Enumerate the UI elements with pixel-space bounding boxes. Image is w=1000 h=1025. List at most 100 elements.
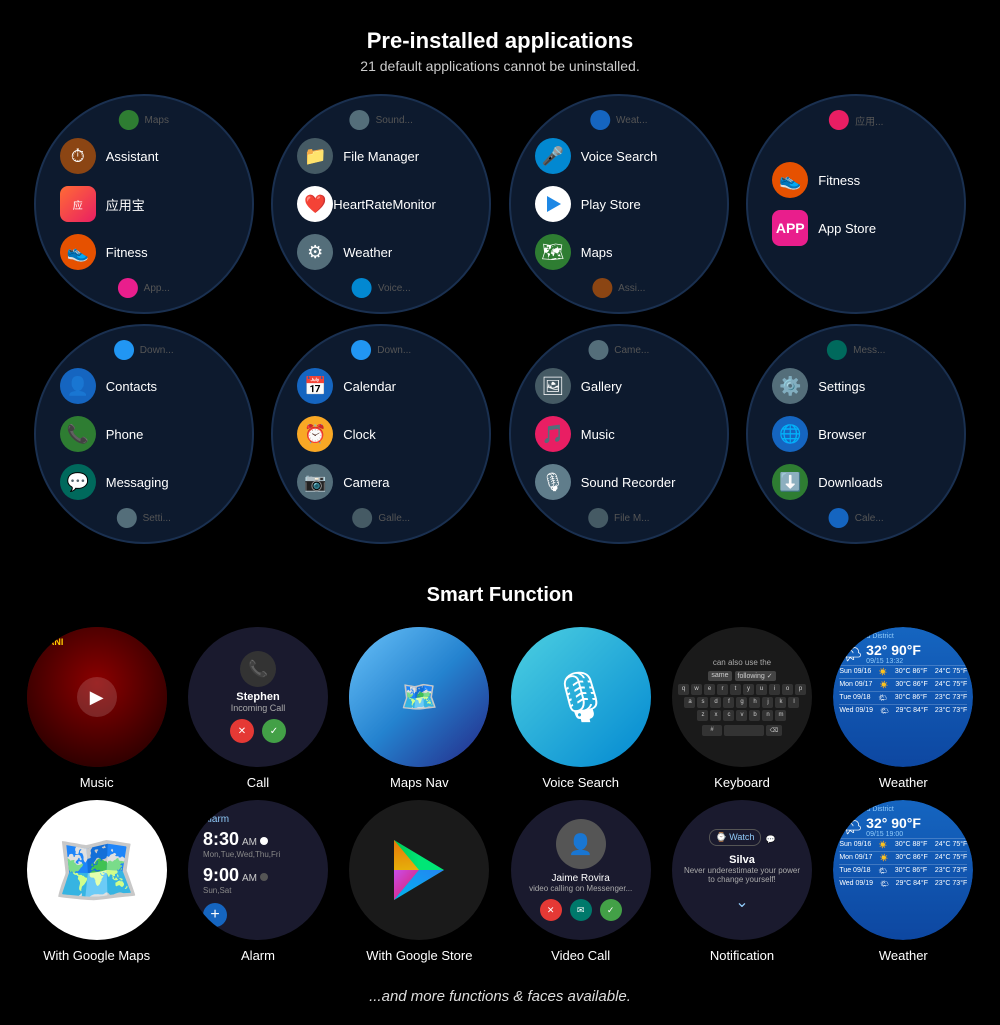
app-item-fitness2[interactable]: 👟 Fitness [772,162,860,198]
smart-item-maps-nav: 🗺️ Maps Nav [343,627,496,790]
weather2-row-wed: Wed 09/19🌤29°C 84°F23°C 73°F [839,877,967,890]
video-call-circle: 👤 Jaime Rovira video calling on Messenge… [511,800,651,940]
voicesearch-icon: 🎤 [535,138,571,174]
calendar-icon: 📅 [297,368,333,404]
app-item-contacts[interactable]: 👤 Contacts [60,368,157,404]
app-item-weather[interactable]: ⚙ Weather [297,234,392,270]
watch-circle-2: Sound... 📁 File Manager ❤️ HeartRateMoni… [271,94,491,314]
peek-top-4: 应用... [829,110,883,130]
peek-top-7: Came... [588,340,649,360]
google-maps-label: With Google Maps [43,948,150,963]
browser-icon: 🌐 [772,416,808,452]
camera-icon: 📷 [297,464,333,500]
alarm-time-2: 9:00 [203,865,239,886]
app-item-playstore[interactable]: Play Store [535,186,641,222]
footer-text: ...and more functions & faces available. [0,973,1000,1025]
google-store-circle [349,800,489,940]
appstore-icon: APP [772,210,808,246]
phone-icon: 📞 [60,416,96,452]
fitness-icon: 👟 [60,234,96,270]
music-label: Music [80,775,114,790]
app-item-appstore[interactable]: APP App Store [772,210,876,246]
google-store-label: With Google Store [366,948,472,963]
weather2-label: Weather [879,948,928,963]
contacts-icon: 👤 [60,368,96,404]
watch-circle-7: Came... 🖼 Gallery 🎵 Music 🎙 Sound Record… [509,324,729,544]
video-message-btn[interactable]: ✉ [570,899,592,921]
smart-item-video-call: 👤 Jaime Rovira video calling on Messenge… [504,800,657,963]
smart-item-notification: ⌚ Watch 💬 Silva Never underestimate your… [665,800,818,963]
peek-bottom-2: Voice... [352,278,411,298]
peek-bottom-7: File M... [588,508,650,528]
page-title: Pre-installed applications [0,0,1000,58]
voice-label: Voice Search [542,775,619,790]
peek-top-6: Down... [351,340,411,360]
alarm-time-1: 8:30 [203,829,239,850]
alarm-days-1: Mon,Tue,Wed,Thu,Fri [203,850,280,859]
app-item-gallery[interactable]: 🖼 Gallery [535,368,622,404]
google-maps-circle: 🗺️ [27,800,167,940]
app-item-fitness[interactable]: 👟 Fitness [60,234,148,270]
fitness2-icon: 👟 [772,162,808,198]
app-item-browser[interactable]: 🌐 Browser [772,416,866,452]
smart-item-google-maps: 🗺️ With Google Maps [20,800,173,963]
smart-item-keyboard: can also use the same following ✓ qwerty… [665,627,818,790]
app-item-filemanager[interactable]: 📁 File Manager [297,138,419,174]
app-item-heartrate[interactable]: ❤️ HeartRateMonitor [297,186,436,222]
music-circle: AVANI ▶ [27,627,167,767]
alarm-label: Alarm [241,948,275,963]
app-item-calendar[interactable]: 📅 Calendar [297,368,396,404]
app-item-maps[interactable]: 🗺 Maps [535,234,613,270]
soundrecorder-icon: 🎙 [535,464,571,500]
weather2-date: 09/15 19:00 [866,831,921,838]
peek-bottom-1: App... [118,278,170,298]
decline-button[interactable]: ✕ [230,719,254,743]
watch-circle-3: Weat... 🎤 Voice Search Play Store 🗺 Maps… [509,94,729,314]
weather-label: Weather [879,775,928,790]
app-item-baidu[interactable]: 应 应用宝 [60,186,145,222]
watch-circle-5: Down... 👤 Contacts 📞 Phone 💬 Messaging S… [34,324,254,544]
weather2-temp: 32° 90°F [866,815,921,831]
alarm-ampm-1: AM [242,837,257,848]
smart-item-weather: Longgand District 🌤 32° 90°F 09/15 13:32… [827,627,980,790]
peek-top-3: Weat... [590,110,648,130]
peek-bottom-6: Galle... [352,508,410,528]
weather-temp: 32° 90°F [866,642,921,658]
notification-circle: ⌚ Watch 💬 Silva Never underestimate your… [672,800,812,940]
video-accept-btn[interactable]: ✓ [600,899,622,921]
music-play-btn[interactable]: ▶ [77,677,117,717]
alarm-days-2: Sun,Sat [203,886,231,895]
peek-top-1: Maps [119,110,169,130]
weather2-row-tue: Tue 09/18🌤30°C 86°F23°C 73°F [839,864,967,877]
call-circle: 📞 Stephen Incoming Call ✕ ✓ [188,627,328,767]
app-item-music[interactable]: 🎵 Music [535,416,615,452]
app-item-voicesearch[interactable]: 🎤 Voice Search [535,138,658,174]
peek-bottom-8: Cale... [829,508,884,528]
peek-top-2: Sound... [350,110,413,130]
accept-button[interactable]: ✓ [262,719,286,743]
app-item-clock[interactable]: ⏰ Clock [297,416,376,452]
alarm-title: Alarm [203,814,229,825]
video-call-status: video calling on Messenger... [529,884,632,893]
weather2-row-mon: Mon 09/17☀️30°C 86°F24°C 75°F [839,851,967,864]
smart-function-section: Smart Function AVANI ▶ Music 📞 Stephen I… [0,574,1000,963]
app-item-messaging[interactable]: 💬 Messaging [60,464,169,500]
add-alarm-button[interactable]: + [203,903,227,927]
voice-mic-icon: 🎙 [549,668,612,727]
app-item-soundrecorder[interactable]: 🎙 Sound Recorder [535,464,676,500]
gallery-icon: 🖼 [535,368,571,404]
video-decline-btn[interactable]: ✕ [540,899,562,921]
clock-icon: ⏰ [297,416,333,452]
app-item-settings[interactable]: ⚙️ Settings [772,368,865,404]
weather2-row-sun: Sun 09/16☀️30°C 88°F24°C 75°F [839,838,967,851]
call-label: Call [247,775,269,790]
app-item-downloads[interactable]: ⬇️ Downloads [772,464,882,500]
app-item-camera[interactable]: 📷 Camera [297,464,389,500]
smart-item-weather2: Longgand District 🌤 32° 90°F 09/15 19:00… [827,800,980,963]
maps-nav-circle: 🗺️ [349,627,489,767]
watch-circle-6: Down... 📅 Calendar ⏰ Clock 📷 Camera Gall… [271,324,491,544]
video-call-avatar: 👤 [556,819,606,869]
video-call-label: Video Call [551,948,610,963]
app-item-phone[interactable]: 📞 Phone [60,416,144,452]
app-item[interactable]: ⏱ Assistant [60,138,159,174]
